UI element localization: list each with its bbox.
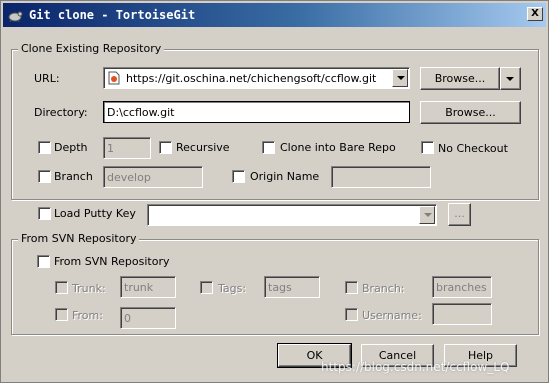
svn-tags-checkbox[interactable]: [200, 281, 213, 294]
svn-trunk-input[interactable]: trunk: [120, 276, 176, 298]
bare-repo-label: Clone into Bare Repo: [280, 141, 396, 154]
url-browse-split-button[interactable]: [500, 67, 521, 90]
url-dropdown-arrow[interactable]: [392, 69, 408, 87]
svn-tags-label: Tags:: [218, 282, 247, 295]
svn-branch-label: Branch:: [362, 282, 405, 295]
tortoise-app-icon: [8, 11, 23, 23]
svn-from-label: From:: [72, 309, 103, 322]
no-checkout-label: No Checkout: [438, 142, 508, 155]
svn-from-checkbox[interactable]: [55, 308, 68, 321]
depth-input[interactable]: 1: [103, 137, 151, 159]
url-file-icon: [108, 71, 120, 85]
directory-label: Directory:: [34, 106, 88, 119]
git-clone-dialog: Git clone - TortoiseGit X Clone Existing…: [0, 0, 549, 383]
window-title: Git clone - TortoiseGit: [29, 8, 196, 22]
load-putty-key-checkbox[interactable]: [38, 207, 51, 220]
origin-name-input[interactable]: [331, 166, 431, 188]
from-svn-label: From SVN Repository: [54, 255, 170, 268]
chevron-down-icon: [397, 76, 405, 80]
svn-username-label: Username:: [362, 309, 422, 322]
putty-key-combobox[interactable]: [147, 204, 437, 226]
directory-browse-button[interactable]: Browse...: [420, 101, 521, 124]
from-svn-checkbox[interactable]: [37, 255, 50, 268]
watermark: https://blog.csdn.net/ccflow_LQ: [321, 360, 510, 374]
svn-trunk-checkbox[interactable]: [55, 281, 68, 294]
url-value: https://git.oschina.net/chichengsoft/ccf…: [126, 72, 377, 85]
url-combobox[interactable]: https://git.oschina.net/chichengsoft/ccf…: [103, 67, 410, 89]
svn-branch-checkbox[interactable]: [345, 281, 358, 294]
url-label: URL:: [34, 72, 60, 85]
url-browse-button[interactable]: Browse...: [420, 67, 500, 90]
recursive-checkbox[interactable]: [159, 141, 172, 154]
bare-repo-checkbox[interactable]: [262, 141, 275, 154]
depth-label: Depth: [54, 141, 88, 154]
branch-input[interactable]: develop: [103, 166, 203, 188]
chevron-down-icon: [506, 77, 514, 81]
putty-key-browse-button[interactable]: ...: [448, 203, 471, 226]
svn-group-legend: From SVN Repository: [18, 232, 140, 245]
origin-name-checkbox[interactable]: [232, 170, 245, 183]
svn-from-input[interactable]: 0: [120, 307, 176, 329]
no-checkout-checkbox[interactable]: [421, 141, 434, 154]
putty-key-dropdown-arrow[interactable]: [419, 206, 435, 224]
load-putty-key-label: Load Putty Key: [54, 207, 136, 220]
svn-tags-input[interactable]: tags: [264, 276, 320, 298]
clone-group-legend: Clone Existing Repository: [18, 42, 165, 55]
branch-label: Branch: [54, 170, 93, 183]
directory-input[interactable]: D:\ccflow.git: [103, 101, 410, 123]
depth-checkbox[interactable]: [38, 141, 51, 154]
svn-branch-input[interactable]: branches: [432, 276, 492, 298]
svn-trunk-label: Trunk:: [72, 282, 106, 295]
chevron-down-icon: [424, 213, 432, 217]
recursive-label: Recursive: [176, 141, 230, 154]
branch-checkbox[interactable]: [38, 170, 51, 183]
svn-username-checkbox[interactable]: [345, 308, 358, 321]
origin-name-label: Origin Name: [250, 170, 320, 183]
svn-username-input[interactable]: [432, 303, 492, 325]
title-bar[interactable]: Git clone - TortoiseGit X: [3, 3, 546, 27]
close-button[interactable]: X: [527, 7, 543, 21]
